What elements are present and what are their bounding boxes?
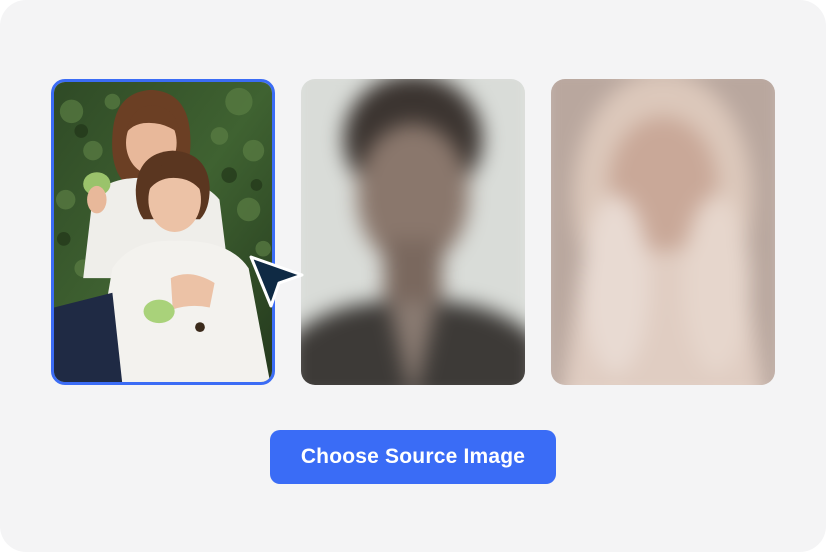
candidate-image-card-2[interactable] (551, 79, 775, 385)
candidate-image-card-1[interactable] (301, 79, 525, 385)
choose-source-image-button[interactable]: Choose Source Image (270, 430, 556, 484)
source-image-card-selected[interactable] (51, 79, 275, 385)
photo-portrait-man (301, 79, 525, 385)
photo-two-women (54, 82, 272, 382)
arrow-cursor-icon (249, 255, 304, 308)
photo-portrait-woman (551, 79, 775, 385)
image-picker-panel: Choose Source Image (0, 0, 826, 552)
